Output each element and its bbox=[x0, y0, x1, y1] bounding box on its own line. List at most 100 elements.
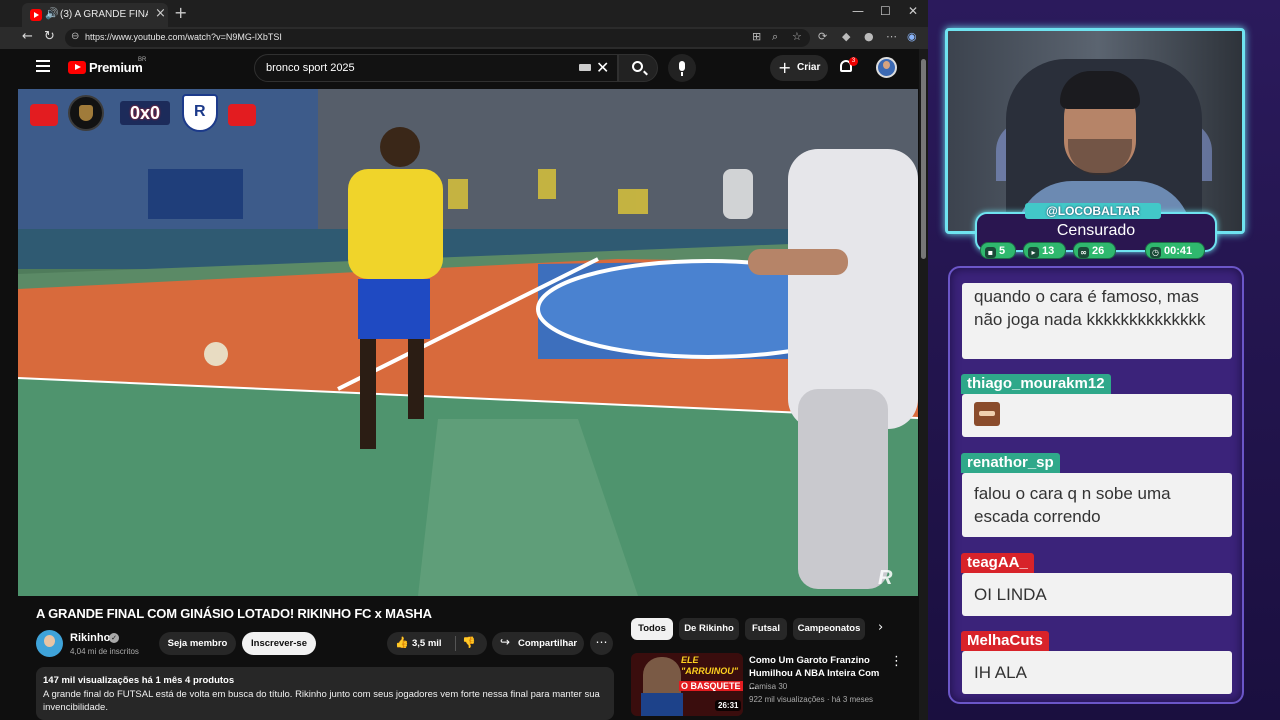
dislike-icon[interactable]: 👎 bbox=[462, 636, 476, 649]
share-button[interactable]: ↪ Compartilhar bbox=[492, 632, 584, 655]
profile-icon[interactable]: ● bbox=[864, 30, 874, 43]
new-tab-icon[interactable]: + bbox=[174, 3, 187, 22]
channel-watermark-icon: R bbox=[878, 567, 893, 589]
futsal-court-scene bbox=[18, 89, 918, 596]
timer-badge: ◷ 00:41 bbox=[1145, 242, 1205, 259]
maximize-icon[interactable]: ☐ bbox=[880, 4, 891, 18]
page-scrollbar[interactable] bbox=[919, 49, 928, 720]
youtube-count-badge: ▸ 13 bbox=[1023, 242, 1066, 259]
youtube-icon: ▸ bbox=[1028, 247, 1039, 258]
channel-avatar[interactable] bbox=[36, 630, 63, 657]
streamer-handle: @LOCOBALTAR bbox=[1046, 204, 1140, 218]
reload-icon[interactable]: ↻ bbox=[44, 29, 55, 44]
favorite-star-icon[interactable]: ☆ bbox=[792, 30, 802, 43]
extension-icon[interactable]: ◆ bbox=[842, 30, 850, 43]
chat-count-badge: ▪ 5 bbox=[980, 242, 1016, 259]
window-close-icon[interactable]: ✕ bbox=[908, 4, 918, 18]
keyboard-icon[interactable] bbox=[579, 64, 591, 71]
chat-username: thiago_mourakm12 bbox=[961, 374, 1111, 394]
voice-search-button[interactable] bbox=[668, 54, 696, 82]
description-text: A grande final do FUTSAL está de volta e… bbox=[43, 689, 600, 713]
chat-username: MelhaCuts bbox=[961, 631, 1049, 651]
link-icon: ∞ bbox=[1078, 247, 1089, 258]
video-title: A GRANDE FINAL COM GINÁSIO LOTADO! RIKIN… bbox=[36, 606, 432, 621]
site-info-icon[interactable]: ⊖ bbox=[71, 31, 79, 42]
link-count-badge: ∞ 26 bbox=[1073, 242, 1116, 259]
share-icon: ↪ bbox=[500, 635, 511, 649]
scoreboard-accent bbox=[30, 104, 58, 126]
video-player[interactable]: 0x0 R bbox=[18, 89, 918, 596]
zoom-icon[interactable]: ⌕ bbox=[772, 30, 778, 44]
thumbnail-text: ELE "ARRUINOU" bbox=[681, 655, 739, 676]
youtube-logo-icon[interactable] bbox=[68, 61, 86, 74]
browser-window: 🔊 (3) A GRANDE FINAL COM GINÁSIO LOTADO!… bbox=[0, 0, 928, 720]
back-icon[interactable]: ← bbox=[22, 29, 33, 44]
thumbnail-text: O BASQUETE bbox=[679, 681, 743, 691]
url-field[interactable]: ⊖ https://www.youtube.com/watch?v=N9MG-l… bbox=[65, 29, 810, 47]
divider bbox=[455, 636, 456, 651]
url-text: https://www.youtube.com/watch?v=N9MG-lXb… bbox=[85, 32, 282, 42]
search-input[interactable]: bronco sport 2025 ✕ bbox=[254, 54, 618, 82]
chevron-right-icon[interactable]: › bbox=[878, 620, 883, 635]
chip-campeonatos[interactable]: Campeonatos bbox=[793, 618, 865, 640]
chat-icon: ▪ bbox=[985, 247, 996, 258]
recommendation-channel[interactable]: Camisa 30 bbox=[749, 682, 787, 691]
like-icon[interactable]: 👍 bbox=[395, 636, 409, 649]
description-meta: 147 mil visualizações há 1 mês 4 produto… bbox=[43, 675, 235, 686]
chip-todos[interactable]: Todos bbox=[631, 618, 673, 640]
description-box[interactable]: 147 mil visualizações há 1 mês 4 produto… bbox=[36, 667, 614, 720]
chat-message: OI LINDA bbox=[962, 573, 1232, 616]
share-label: Compartilhar bbox=[518, 638, 578, 649]
chat-message bbox=[962, 394, 1232, 437]
channel-name[interactable]: Rikinho bbox=[70, 632, 110, 644]
scoreboard-accent bbox=[228, 104, 256, 126]
tab-title: (3) A GRANDE FINAL COM GINÁSIO LOTADO! R… bbox=[60, 9, 148, 20]
recommendation-thumbnail[interactable]: ELE "ARRUINOU" O BASQUETE 26:31 bbox=[631, 653, 743, 716]
menu-icon[interactable] bbox=[36, 60, 50, 72]
streamer-hair bbox=[1060, 71, 1140, 109]
like-dislike-group: 👍 3,5 mil 👎 bbox=[387, 632, 487, 655]
chat-username: teagAA_ bbox=[961, 553, 1034, 573]
chat-message: IH ALA bbox=[962, 651, 1232, 694]
video-duration: 26:31 bbox=[715, 700, 742, 711]
stream-status: Censurado bbox=[1056, 222, 1136, 239]
like-count[interactable]: 3,5 mil bbox=[412, 638, 442, 649]
recommendation-stats: 922 mil visualizações · há 3 meses bbox=[749, 695, 874, 704]
chat-username: renathor_sp bbox=[961, 453, 1060, 473]
tab-close-icon[interactable]: × bbox=[155, 6, 166, 21]
emote-icon bbox=[974, 402, 1000, 426]
app-grid-icon[interactable]: ⊞ bbox=[752, 30, 761, 43]
copilot-icon[interactable]: ◉ bbox=[907, 30, 917, 43]
kebab-menu-icon[interactable]: ⋮ bbox=[890, 654, 903, 669]
notifications-badge: 3 bbox=[849, 57, 858, 66]
chip-futsal[interactable]: Futsal bbox=[745, 618, 787, 640]
chip-de-rikinho[interactable]: De Rikinho bbox=[679, 618, 739, 640]
chat-message: falou o cara q n sobe uma escada corrend… bbox=[962, 473, 1232, 537]
youtube-brand[interactable]: Premium bbox=[89, 60, 143, 75]
team-crest-icon bbox=[182, 94, 218, 132]
more-actions-button[interactable]: ⋯ bbox=[590, 632, 613, 655]
account-avatar[interactable] bbox=[876, 57, 897, 78]
create-button[interactable]: + Criar bbox=[770, 55, 828, 81]
thumbnail-jersey bbox=[641, 693, 683, 716]
youtube-favicon-icon bbox=[30, 9, 42, 21]
clear-search-icon[interactable]: ✕ bbox=[596, 58, 609, 77]
speaker-icon[interactable]: 🔊 bbox=[45, 7, 59, 20]
search-icon bbox=[632, 61, 643, 72]
scrollbar-thumb[interactable] bbox=[921, 59, 926, 259]
verified-icon: ✓ bbox=[109, 633, 119, 643]
youtube-header: Premium BR bronco sport 2025 ✕ + Criar 3 bbox=[18, 49, 920, 87]
subscriber-count: 4,04 mi de inscritos bbox=[70, 647, 139, 656]
extensions-icon[interactable]: ⟳ bbox=[818, 30, 827, 43]
more-menu-icon[interactable]: ⋯ bbox=[886, 30, 897, 43]
plus-icon: + bbox=[778, 58, 792, 77]
create-label: Criar bbox=[797, 62, 821, 73]
tab-youtube[interactable]: 🔊 (3) A GRANDE FINAL COM GINÁSIO LOTADO!… bbox=[22, 3, 168, 27]
minimize-icon[interactable]: — bbox=[852, 4, 864, 18]
chat-message: quando o cara é famoso, mas não joga nad… bbox=[962, 283, 1232, 359]
subscribe-button[interactable]: Inscrever-se bbox=[242, 632, 316, 655]
search-button[interactable] bbox=[618, 54, 658, 82]
clock-icon: ◷ bbox=[1150, 247, 1161, 258]
address-bar-row: ← ↻ ⊖ https://www.youtube.com/watch?v=N9… bbox=[0, 27, 928, 49]
join-button[interactable]: Seja membro bbox=[159, 632, 236, 655]
